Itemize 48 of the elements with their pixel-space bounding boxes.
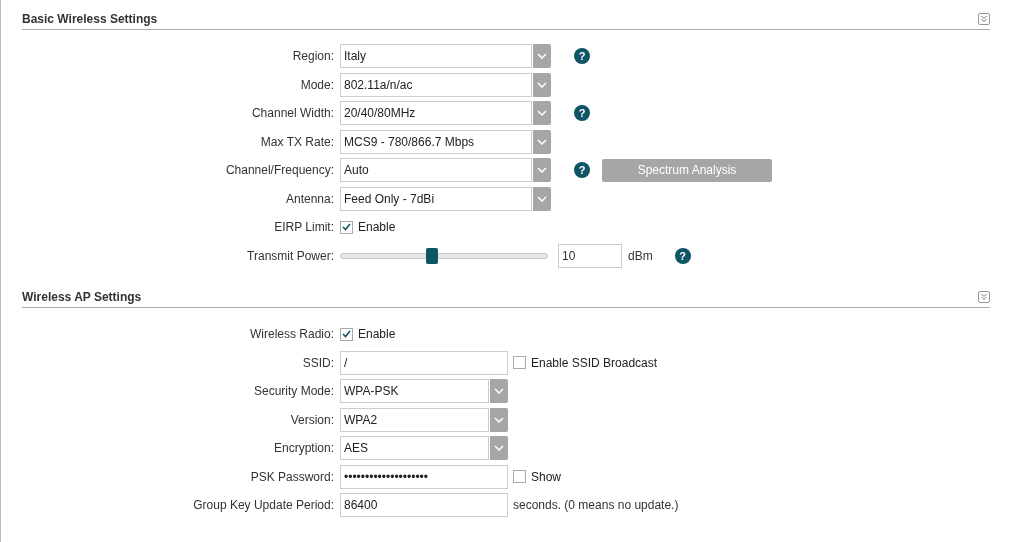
field-label: Transmit Power: [246, 248, 335, 263]
help-icon[interactable]: ? [574, 48, 590, 65]
chevron-down-icon [494, 416, 504, 423]
chevron-down-icon [537, 195, 547, 202]
field-label: PSK Password: [249, 469, 335, 484]
slider-thumb[interactable] [425, 247, 438, 264]
field-label: Security Mode: [252, 384, 335, 399]
help-icon[interactable]: ? [574, 162, 590, 179]
field-label: SSID: [301, 355, 335, 370]
section-title: Basic Wireless Settings [22, 12, 158, 27]
chevron-down-icon [494, 388, 504, 395]
checkbox[interactable] [513, 356, 526, 370]
checkbox[interactable] [513, 470, 526, 484]
input-field[interactable]: / [340, 350, 508, 375]
field-label: Mode: [299, 77, 335, 92]
chevron-down-icon [537, 53, 547, 60]
checkbox-label: Enable [358, 327, 396, 342]
slider[interactable] [340, 247, 548, 264]
collapse-icon[interactable] [978, 291, 990, 303]
field-label: Max TX Rate: [259, 134, 335, 149]
help-icon[interactable]: ? [674, 247, 691, 264]
checkbox-label: Show [531, 469, 562, 484]
chevron-down-icon [537, 167, 547, 174]
field-label: Wireless Radio: [248, 327, 335, 342]
input-field[interactable]: 86400 [340, 493, 508, 518]
field-label: Channel Width: [250, 106, 335, 121]
collapse-icon[interactable] [978, 13, 990, 25]
hint-text: seconds. (0 means no update.) [513, 498, 679, 513]
chevron-down-icon [537, 81, 547, 88]
field-label: EIRP Limit: [273, 220, 335, 235]
chevron-down-icon [537, 110, 547, 117]
field-label: Encryption: [272, 441, 335, 456]
checkbox[interactable] [340, 327, 353, 341]
checkbox-label: Enable [358, 220, 396, 235]
field-label: Channel/Frequency: [224, 163, 335, 178]
input-field[interactable]: 10 [558, 243, 622, 268]
input-field[interactable]: •••••••••••••••••••• [340, 464, 508, 489]
field-label: Region: [291, 49, 335, 64]
field-label: Antenna: [284, 191, 335, 206]
chevron-down-icon [537, 138, 547, 145]
unit-label: dBm [628, 248, 653, 263]
help-icon[interactable]: ? [574, 105, 590, 122]
field-label: Group Key Update Period: [192, 498, 335, 513]
field-label: Version: [289, 412, 335, 427]
chevron-down-icon [494, 445, 504, 452]
section-title: Wireless AP Settings [22, 290, 142, 305]
checkbox[interactable] [340, 220, 353, 234]
checkbox-label: Enable SSID Broadcast [531, 355, 658, 370]
